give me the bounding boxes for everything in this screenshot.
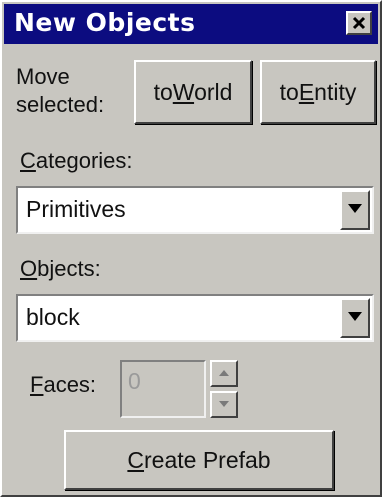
objects-label: Objects: bbox=[20, 256, 101, 281]
objects-value: block bbox=[26, 304, 80, 330]
to-world-label: toWorld bbox=[153, 78, 233, 105]
categories-value: Primitives bbox=[26, 196, 126, 222]
to-entity-label: toEntity bbox=[279, 78, 357, 105]
create-prefab-button[interactable]: Create Prefab bbox=[64, 430, 334, 490]
new-objects-window: New Objects Move selected: toWorld toEnt… bbox=[0, 0, 382, 497]
objects-dropdown-button[interactable] bbox=[340, 298, 370, 338]
categories-dropdown[interactable]: Primitives bbox=[16, 186, 374, 234]
faces-label: Faces: bbox=[30, 372, 97, 397]
move-label-line1: Move bbox=[16, 64, 70, 89]
faces-input[interactable]: 0 bbox=[120, 360, 206, 418]
close-icon bbox=[352, 16, 366, 30]
objects-dropdown[interactable]: block bbox=[16, 294, 374, 342]
move-label-line2: selected: bbox=[16, 92, 105, 117]
categories-dropdown-button[interactable] bbox=[340, 190, 370, 230]
create-prefab-label: Create Prefab bbox=[127, 446, 271, 473]
close-button[interactable] bbox=[346, 11, 372, 35]
faces-value: 0 bbox=[128, 368, 141, 394]
title-bar[interactable]: New Objects bbox=[4, 4, 378, 44]
chevron-down-icon bbox=[348, 312, 362, 321]
window-title: New Objects bbox=[14, 8, 196, 37]
categories-label: Categories: bbox=[20, 148, 133, 173]
faces-increment-button[interactable] bbox=[210, 360, 238, 387]
spin-down-icon bbox=[219, 401, 229, 407]
spin-up-icon bbox=[219, 370, 229, 376]
chevron-down-icon bbox=[348, 204, 362, 213]
to-entity-button[interactable]: toEntity bbox=[260, 60, 376, 124]
to-world-button[interactable]: toWorld bbox=[134, 60, 252, 124]
faces-decrement-button[interactable] bbox=[210, 391, 238, 418]
